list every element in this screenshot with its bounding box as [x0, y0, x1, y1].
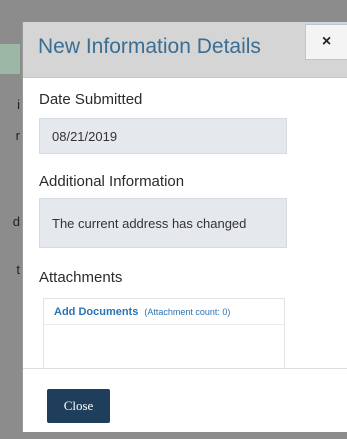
modal-title: New Information Details: [38, 35, 261, 58]
background-text-fragment: i: [17, 97, 20, 112]
background-text-fragment: r: [15, 128, 20, 143]
background-accent-strip: [0, 44, 20, 74]
additional-information-label: Additional Information: [39, 173, 185, 190]
additional-information-value: The current address has changed: [39, 198, 287, 248]
background-text-fragment: t: [16, 262, 20, 277]
attachments-label: Attachments: [39, 269, 123, 286]
attachments-panel: Add Documents (Attachment count: 0): [43, 298, 285, 368]
close-icon[interactable]: ×: [305, 24, 347, 60]
modal-footer: Close: [23, 368, 347, 432]
date-submitted-label: Date Submitted: [39, 91, 143, 108]
close-button[interactable]: Close: [47, 389, 110, 423]
modal-header: New Information Details ×: [23, 22, 347, 78]
background-text-fragment: d: [12, 214, 20, 229]
backdrop-bottom-strip: [0, 432, 347, 439]
attachments-panel-header: Add Documents (Attachment count: 0): [44, 299, 284, 325]
attachment-count: (Attachment count: 0): [144, 306, 231, 317]
information-details-modal: New Information Details × Date Submitted…: [22, 22, 347, 432]
date-submitted-value: 08/21/2019: [39, 118, 287, 154]
add-documents-link[interactable]: Add Documents: [54, 306, 138, 318]
